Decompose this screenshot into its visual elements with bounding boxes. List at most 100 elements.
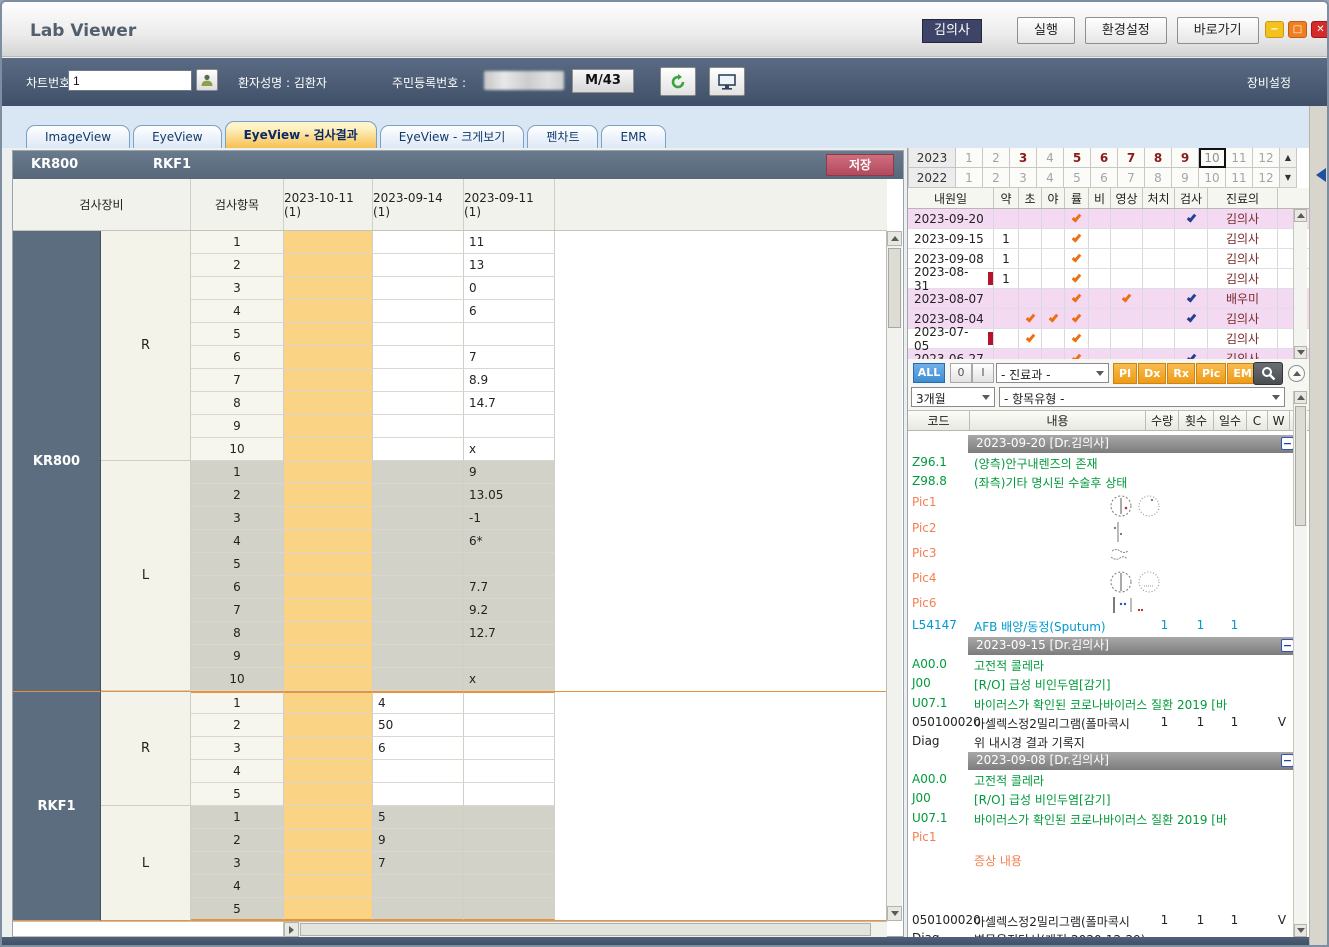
exam-vertical-scrollbar[interactable] — [886, 231, 902, 921]
search-button[interactable] — [1253, 362, 1283, 385]
exam-cell[interactable] — [373, 553, 464, 576]
exam-cell[interactable] — [555, 254, 887, 277]
exam-cell[interactable]: x — [464, 438, 555, 461]
exam-cell[interactable] — [464, 829, 555, 852]
exam-cell[interactable]: 5 — [191, 323, 284, 346]
calendar-month-2023-12[interactable]: 12 — [1253, 148, 1280, 168]
exam-cell[interactable] — [555, 415, 887, 438]
tab-eyeview[interactable]: EyeView — [133, 125, 222, 148]
exam-cell[interactable] — [284, 668, 373, 691]
exam-cell[interactable] — [555, 737, 887, 760]
exam-cell[interactable] — [555, 898, 887, 920]
exam-cell[interactable] — [555, 323, 887, 346]
detail-row[interactable]: A00.0고전적 콜레라 — [908, 656, 1309, 675]
exam-cell[interactable]: 0 — [464, 277, 555, 300]
exam-cell[interactable]: 4 — [373, 692, 464, 714]
exam-cell[interactable] — [284, 692, 373, 714]
device-settings-link[interactable]: 장비설정 — [1247, 74, 1291, 91]
type-button-pic[interactable]: Pic — [1196, 363, 1226, 384]
exam-cell[interactable]: 13 — [464, 254, 555, 277]
side-splitter[interactable] — [1309, 106, 1329, 947]
detail-row[interactable]: L54147AFB 배양/동정(Sputum)111 — [908, 617, 1309, 637]
exam-cell[interactable] — [373, 507, 464, 530]
calendar-month-2022-8[interactable]: 8 — [1145, 168, 1172, 188]
exam-cell[interactable] — [555, 576, 887, 599]
scope-button-o[interactable]: 0 — [950, 363, 972, 383]
exam-cell[interactable] — [373, 231, 464, 254]
exam-cell[interactable]: 2 — [191, 484, 284, 507]
detail-row[interactable]: 050100020아셀렉스정2밀리그램(폴마콕시111V — [908, 912, 1309, 930]
exam-cell[interactable] — [464, 852, 555, 875]
exam-cell[interactable] — [373, 530, 464, 553]
visit-row[interactable]: 2023-06-27김의사 — [908, 349, 1309, 359]
scroll-up-icon[interactable] — [887, 231, 902, 246]
detail-row[interactable]: Pic1 — [908, 494, 1309, 520]
exam-cell[interactable] — [555, 461, 887, 484]
calendar-month-2023-6[interactable]: 6 — [1091, 148, 1118, 168]
exam-cell[interactable] — [373, 277, 464, 300]
calendar-month-2022-4[interactable]: 4 — [1037, 168, 1064, 188]
exam-cell[interactable] — [284, 254, 373, 277]
exam-cell[interactable] — [284, 231, 373, 254]
scroll-down-icon[interactable] — [887, 906, 902, 921]
exam-cell[interactable]: 5 — [191, 783, 284, 806]
scope-button-all[interactable]: ALL — [913, 363, 945, 383]
scroll-up-icon[interactable] — [1294, 391, 1307, 404]
exam-cell[interactable] — [373, 369, 464, 392]
scroll-down-icon[interactable] — [1294, 346, 1307, 359]
exam-cell[interactable]: 7 — [191, 599, 284, 622]
exam-cell[interactable] — [555, 692, 887, 714]
exam-cell[interactable] — [284, 484, 373, 507]
exam-cell[interactable] — [284, 898, 373, 920]
exam-cell[interactable] — [284, 530, 373, 553]
detail-row[interactable]: Diag위 내시경 결과 기록지 — [908, 733, 1309, 752]
exam-cell[interactable] — [555, 484, 887, 507]
exam-cell[interactable] — [373, 438, 464, 461]
exam-cell[interactable] — [284, 714, 373, 737]
calendar-month-2022-5[interactable]: 5 — [1064, 168, 1091, 188]
calendar-month-2023-9[interactable]: 9 — [1172, 148, 1199, 168]
calendar-month-2023-10[interactable]: 10 — [1199, 148, 1226, 168]
exam-cell[interactable]: 9 — [191, 645, 284, 668]
exam-cell[interactable]: 7 — [464, 346, 555, 369]
exam-cell[interactable] — [373, 760, 464, 783]
settings-button[interactable]: 환경설정 — [1085, 17, 1167, 44]
exam-cell[interactable] — [464, 737, 555, 760]
exam-cell[interactable] — [464, 806, 555, 829]
visit-row[interactable]: 2023-07-05김의사 — [908, 329, 1309, 349]
exam-cell[interactable] — [373, 300, 464, 323]
type-button-rx[interactable]: Rx — [1167, 363, 1195, 384]
exam-cell[interactable] — [373, 323, 464, 346]
exam-cell[interactable]: 1 — [191, 461, 284, 484]
scroll-down-icon[interactable] — [1294, 924, 1307, 937]
run-button[interactable]: 실행 — [1017, 17, 1075, 44]
period-dropdown[interactable]: 3개월 — [911, 387, 995, 407]
maximize-icon[interactable]: □ — [1288, 21, 1307, 38]
exam-cell[interactable] — [464, 875, 555, 898]
exam-cell[interactable] — [373, 484, 464, 507]
calendar-month-2022-12[interactable]: 12 — [1253, 168, 1280, 188]
scrollbar-thumb[interactable] — [888, 248, 901, 328]
calendar-month-2022-10[interactable]: 10 — [1199, 168, 1226, 188]
exam-cell[interactable] — [464, 692, 555, 714]
exam-cell[interactable]: 50 — [373, 714, 464, 737]
tab-imageview[interactable]: ImageView — [26, 125, 130, 148]
exam-cell[interactable]: 7 — [373, 852, 464, 875]
exam-cell[interactable] — [284, 323, 373, 346]
exam-cell[interactable]: 6 — [464, 300, 555, 323]
exam-cell[interactable] — [284, 737, 373, 760]
scroll-right-icon[interactable] — [284, 922, 299, 937]
exam-cell[interactable] — [373, 599, 464, 622]
exam-cell[interactable]: 4 — [191, 530, 284, 553]
calendar-month-2022-6[interactable]: 6 — [1091, 168, 1118, 188]
exam-cell[interactable] — [555, 507, 887, 530]
exam-cell[interactable]: 5 — [373, 806, 464, 829]
exam-cell[interactable]: 1 — [191, 231, 284, 254]
exam-cell[interactable]: 4 — [191, 760, 284, 783]
exam-cell[interactable] — [464, 323, 555, 346]
exam-cell[interactable]: 2 — [191, 254, 284, 277]
exam-cell[interactable]: 1 — [191, 806, 284, 829]
exam-cell[interactable] — [555, 231, 887, 254]
scope-button-i[interactable]: I — [972, 363, 994, 383]
exam-cell[interactable] — [464, 783, 555, 806]
